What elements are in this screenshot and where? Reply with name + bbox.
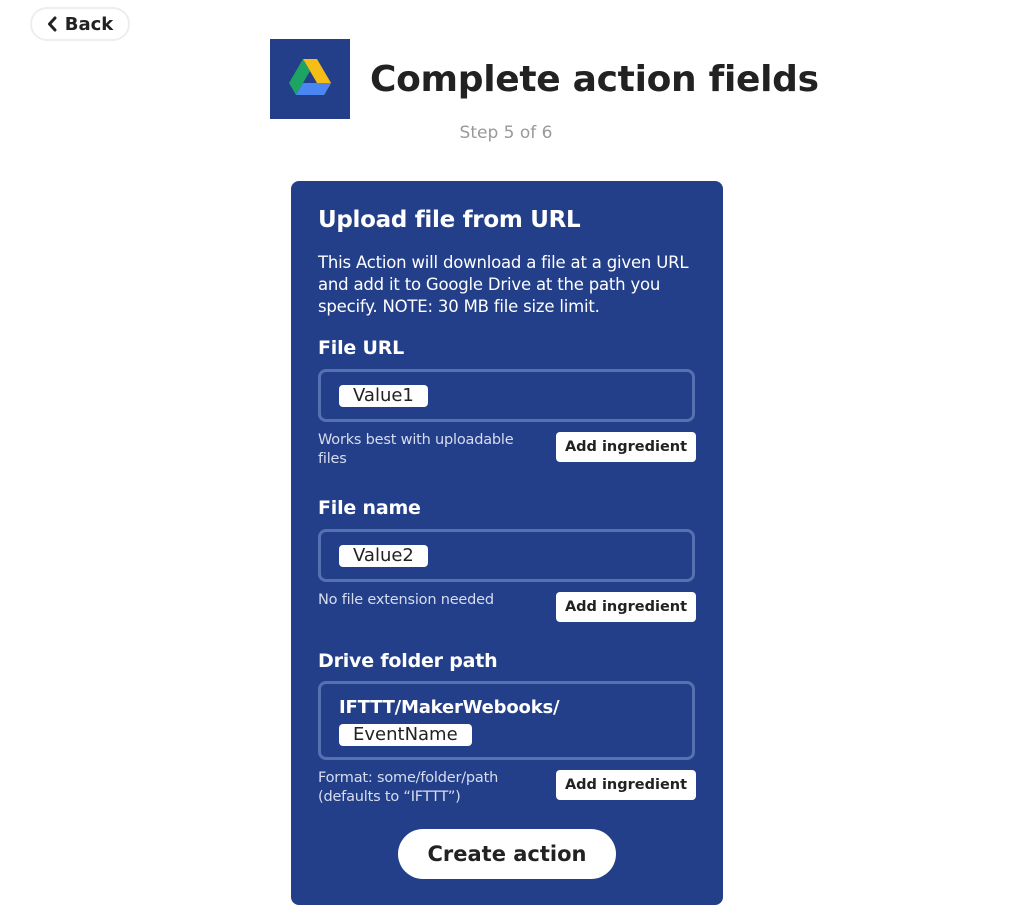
service-logo <box>270 39 350 119</box>
back-label: Back <box>64 13 114 35</box>
file-url-label: File URL <box>318 337 405 359</box>
file-name-field[interactable]: Value2 <box>318 529 695 582</box>
file-url-field[interactable]: Value1 <box>318 369 695 422</box>
ingredient-chip[interactable]: Value1 <box>339 385 428 407</box>
folder-path-helper: Format: some/folder/path (defaults to “I… <box>318 770 499 805</box>
action-card: Upload file from URL This Action will do… <box>291 181 723 905</box>
ingredient-chip[interactable]: EventName <box>339 724 472 746</box>
file-name-label: File name <box>318 497 421 519</box>
folder-path-label: Drive folder path <box>318 650 498 672</box>
back-button[interactable]: Back <box>30 7 130 41</box>
step-indicator: Step 5 of 6 <box>459 123 553 143</box>
file-url-helper: Works best with uploadable files <box>318 432 514 467</box>
folder-path-field[interactable]: IFTTT/MakerWebooks/ EventName <box>318 681 695 760</box>
chevron-left-icon <box>47 16 57 32</box>
add-ingredient-button[interactable]: Add ingredient <box>556 592 696 622</box>
folder-path-text: IFTTT/MakerWebooks/ <box>339 697 560 718</box>
create-action-button[interactable]: Create action <box>398 829 616 879</box>
action-description: This Action will download a file at a gi… <box>318 253 689 316</box>
google-drive-icon <box>289 59 331 99</box>
add-ingredient-button[interactable]: Add ingredient <box>556 770 696 800</box>
page-title: Complete action fields <box>370 59 819 100</box>
file-name-helper: No file extension needed <box>318 592 494 608</box>
action-title: Upload file from URL <box>318 207 581 233</box>
ingredient-chip[interactable]: Value2 <box>339 545 428 567</box>
add-ingredient-button[interactable]: Add ingredient <box>556 432 696 462</box>
